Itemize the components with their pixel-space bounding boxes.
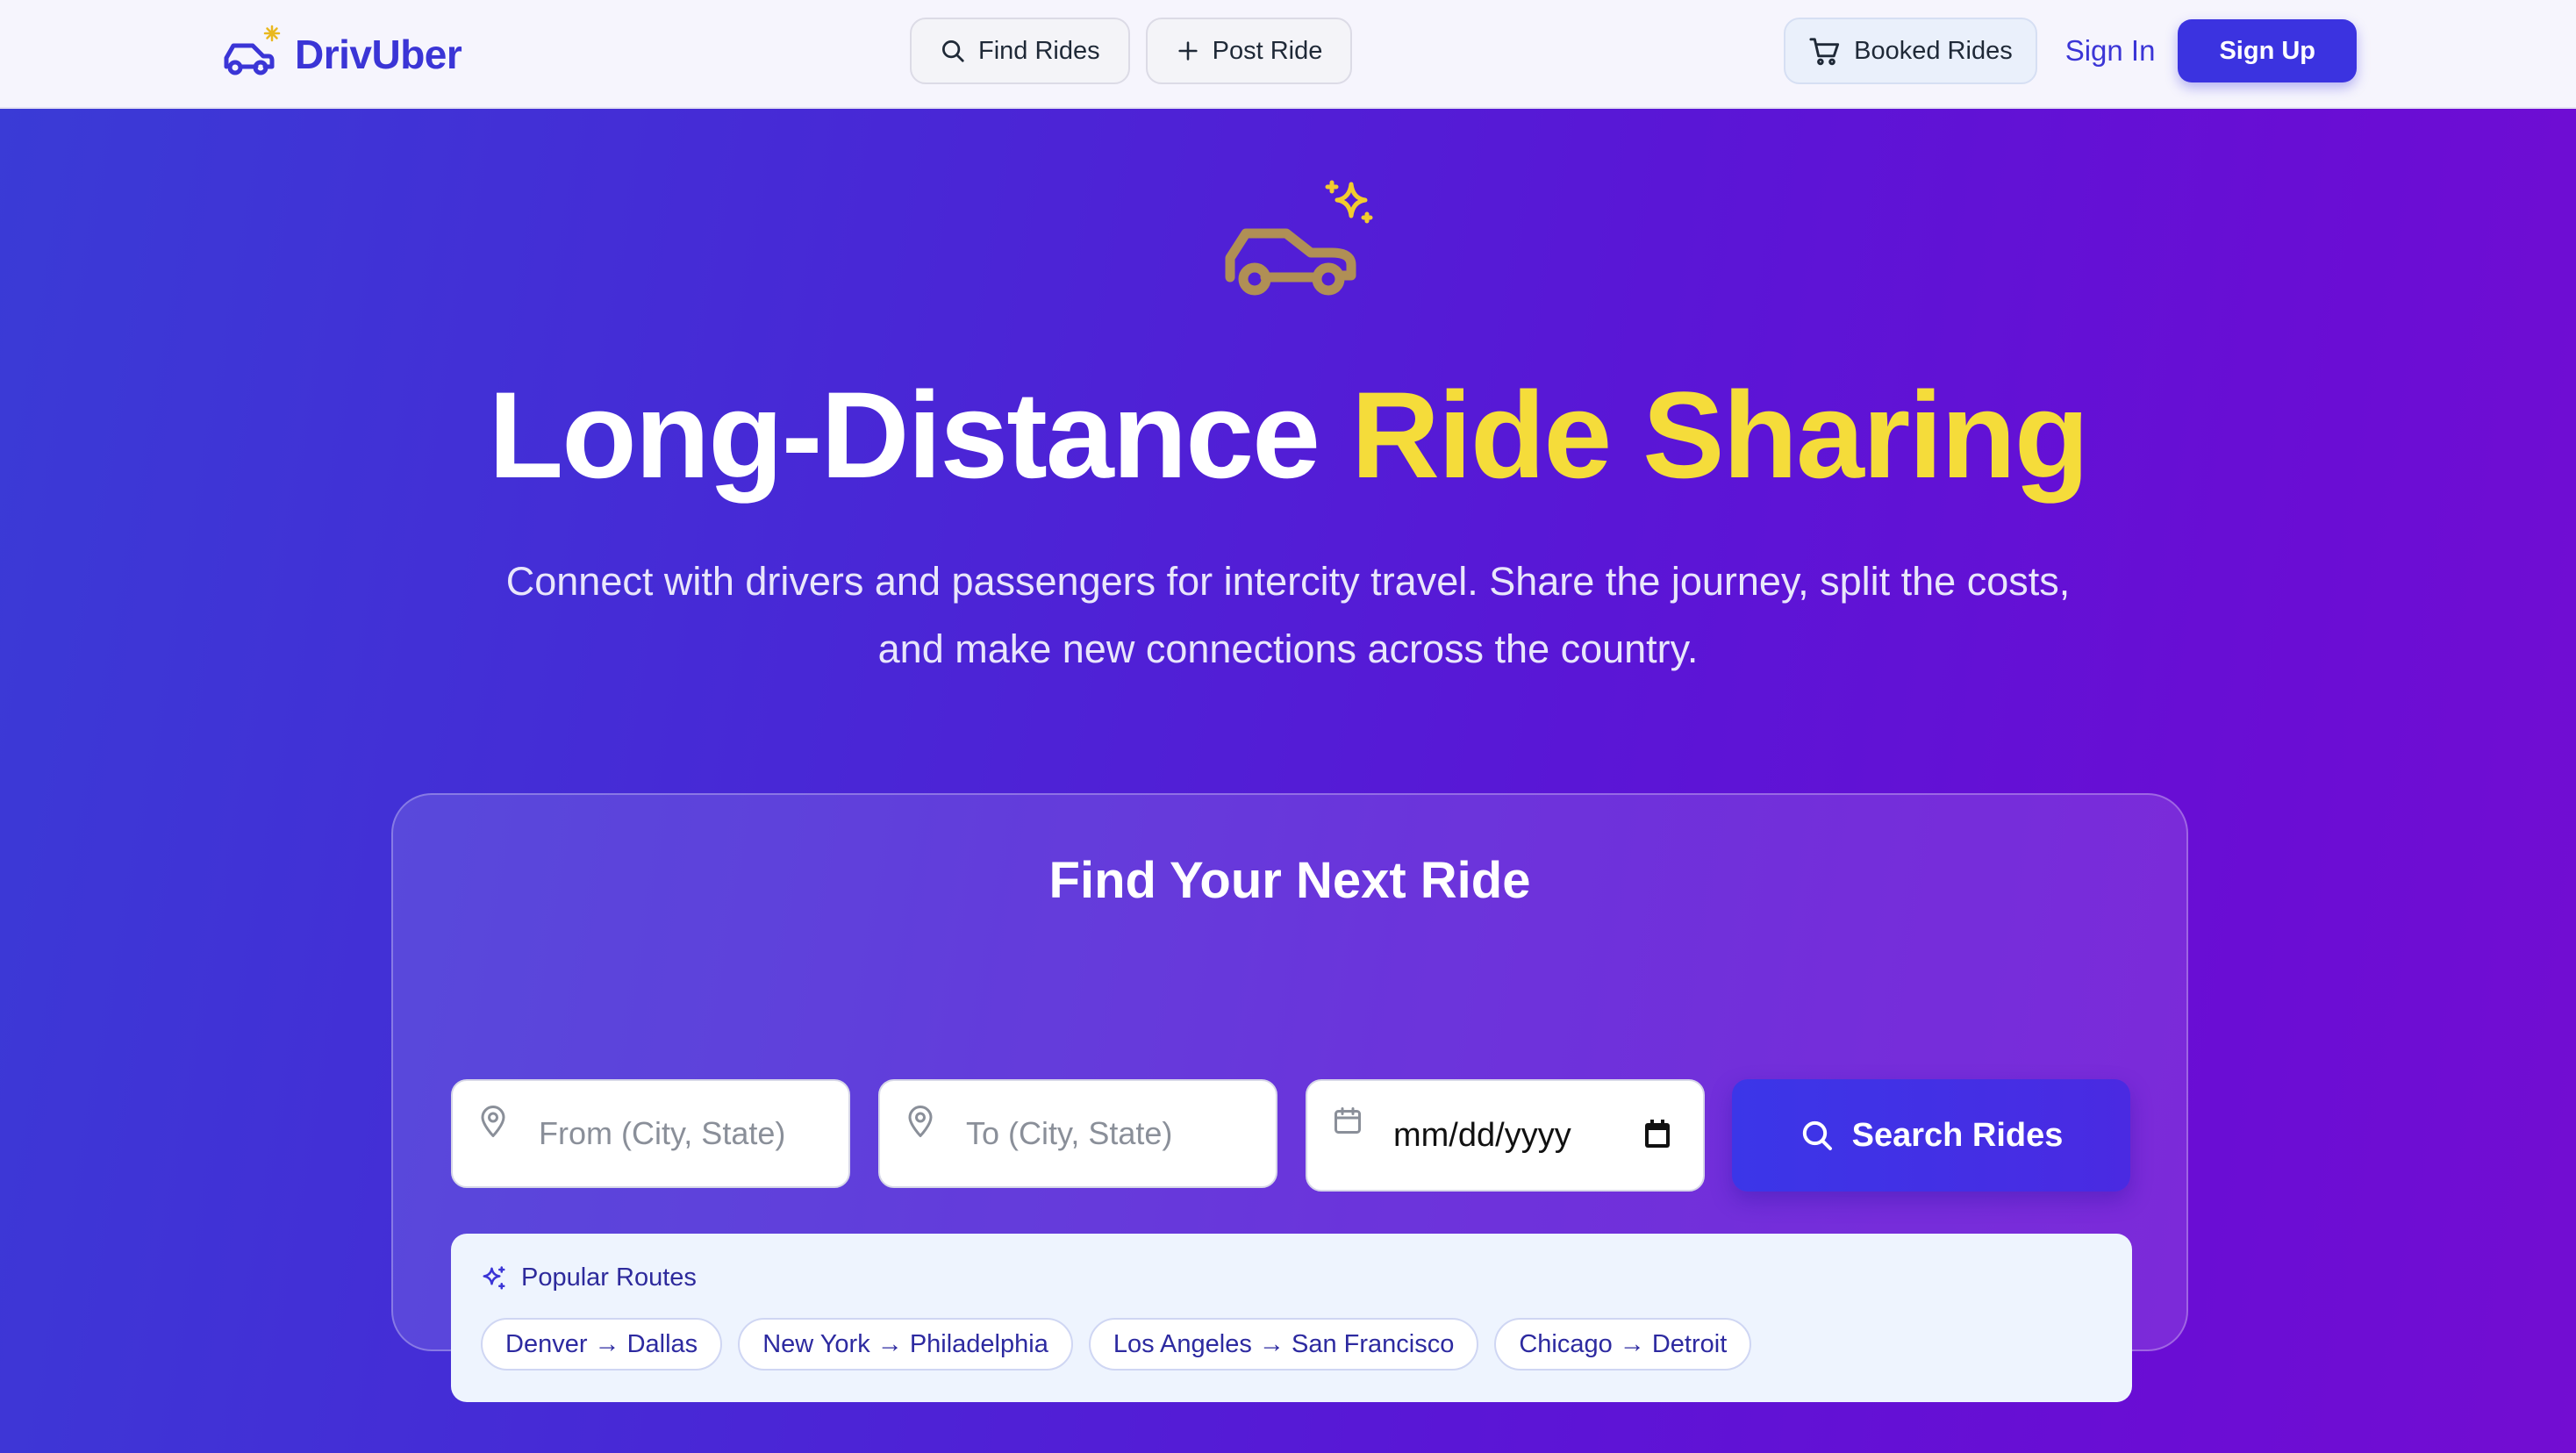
plus-icon [1178,41,1198,61]
find-rides-label: Find Rides [978,36,1100,65]
top-navbar: DrivUber Find Rides Post Ride Booked Rid… [0,0,2576,109]
post-ride-label: Post Ride [1212,36,1323,65]
main-nav: Find Rides Post Ride [910,18,1353,84]
account-nav: Booked Rides Sign In Sign Up [1784,18,2357,84]
ride-search-card: Find Your Next Ride mm/dd/yyyy [391,793,2188,1402]
to-input[interactable] [966,1081,1264,1186]
date-field[interactable]: mm/dd/yyyy [1306,1079,1705,1192]
booked-rides-button[interactable]: Booked Rides [1784,18,2037,84]
car-logo-icon [221,25,281,81]
map-pin-icon [481,1106,505,1137]
car-sparkle-icon [1225,180,1373,296]
cart-icon [1809,38,1840,66]
sign-up-button[interactable]: Sign Up [2178,19,2357,82]
calendar-icon [1335,1107,1361,1134]
route-chip-denver-dallas[interactable]: Denver → Dallas [481,1318,723,1371]
brand-name: DrivUber [295,32,462,77]
booked-rides-label: Booked Rides [1854,36,2013,65]
date-input[interactable]: mm/dd/yyyy [1393,1117,1571,1155]
route-chip-list: Denver → Dallas New York → Philadelphia … [481,1318,1752,1371]
search-icon [1802,1120,1832,1150]
hero-section: Long-Distance Ride Sharing Connect with … [0,109,2576,1453]
route-chip-losangeles-sanfrancisco[interactable]: Los Angeles → San Francisco [1088,1318,1479,1371]
sparkles-icon [483,1265,505,1289]
route-chip-chicago-detroit[interactable]: Chicago → Detroit [1494,1318,1752,1371]
search-icon [942,40,964,62]
search-rides-button[interactable]: Search Rides [1732,1079,2130,1192]
from-input[interactable] [539,1081,837,1186]
popular-routes-title: Popular Routes [521,1263,697,1292]
search-card-title: Find Your Next Ride [1048,852,1531,909]
hero-title-accent: Ride Sharing [1350,366,2089,504]
hero-title-main: Long-Distance [488,366,1351,504]
search-rides-label: Search Rides [1851,1116,2064,1154]
to-field[interactable] [878,1079,1277,1188]
post-ride-button[interactable]: Post Ride [1145,18,1353,84]
popular-routes-panel: Popular Routes Denver → Dallas New York … [451,1234,2132,1402]
hero-title: Long-Distance Ride Sharing [0,361,2576,509]
brand-logo-link[interactable]: DrivUber [221,19,462,89]
map-pin-icon [908,1106,933,1137]
popular-routes-header: Popular Routes [481,1263,697,1292]
hero-subtitle: Connect with drivers and passengers for … [505,559,2071,671]
sign-in-link[interactable]: Sign In [2065,34,2156,68]
from-field[interactable] [451,1079,850,1188]
find-rides-button[interactable]: Find Rides [910,18,1130,84]
route-chip-newyork-philadelphia[interactable]: New York → Philadelphia [738,1318,1073,1371]
date-picker-icon[interactable] [1643,1120,1671,1149]
